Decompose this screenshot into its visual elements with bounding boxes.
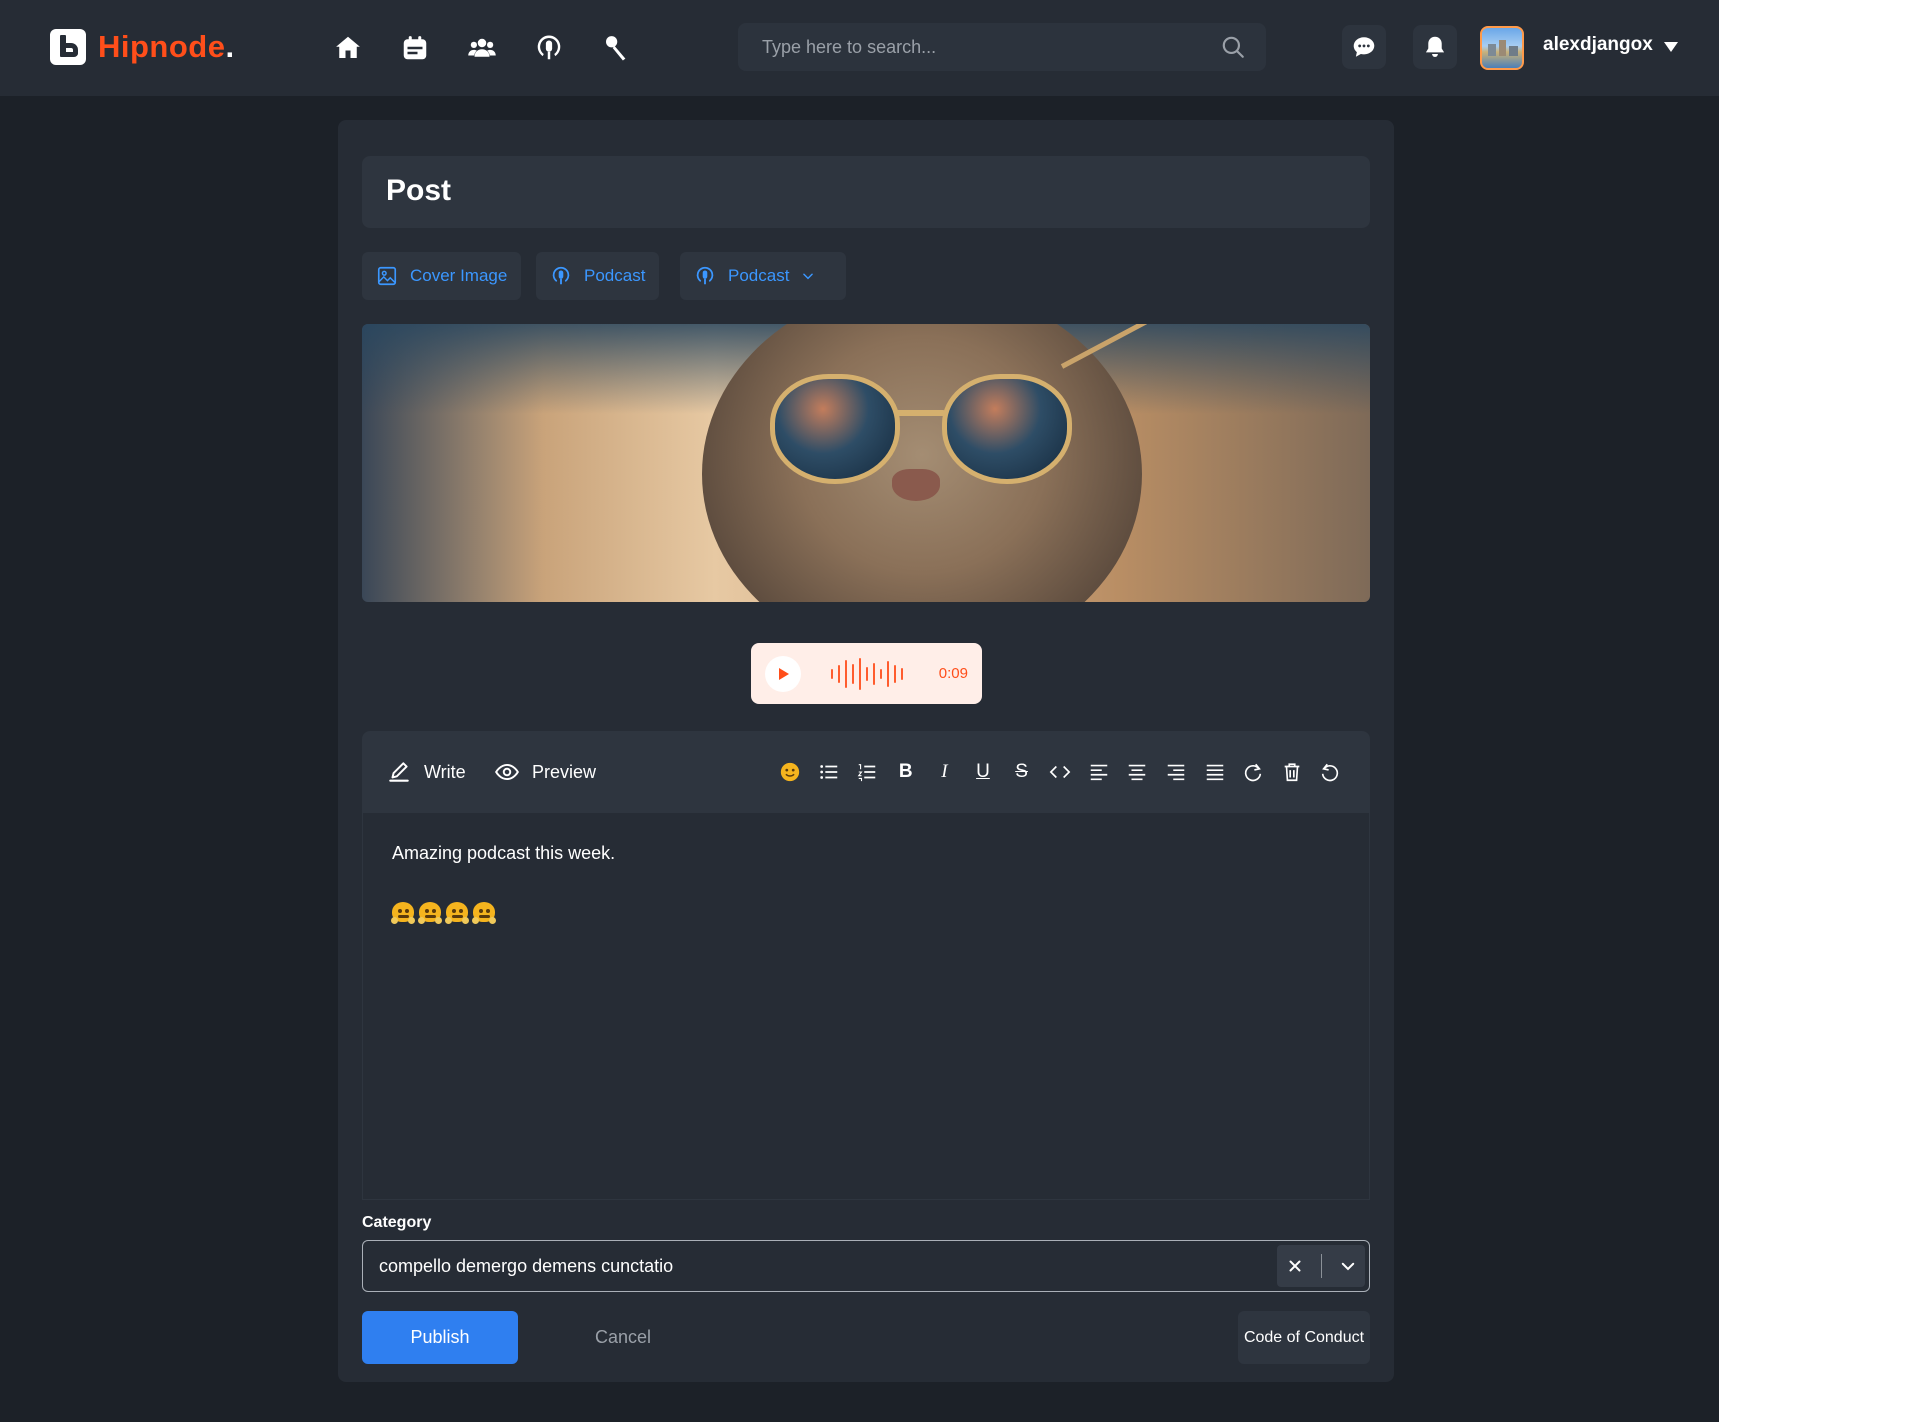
top-navigation-bar: Hipnode. Type here to search... alexdjan…	[0, 0, 1719, 96]
hug-emoji-icon	[445, 902, 469, 924]
logo-text: Hipnode.	[98, 29, 235, 64]
pencil-icon	[389, 762, 409, 782]
strikethrough-icon[interactable]: S	[1009, 759, 1035, 785]
category-value: compello demergo demens cunctatio	[379, 1255, 674, 1276]
podcast-select-label: Podcast	[728, 266, 790, 285]
bold-icon[interactable]: B	[893, 759, 919, 785]
cover-image	[362, 324, 1370, 602]
hug-emoji-icon	[391, 902, 415, 924]
waveform	[831, 656, 908, 692]
editor-text: Amazing podcast this week.	[392, 843, 616, 863]
category-label: Category	[362, 1214, 432, 1231]
notifications-button[interactable]	[1413, 25, 1457, 69]
chevron-down-icon[interactable]	[1664, 42, 1678, 52]
chevron-down-icon[interactable]	[1339, 1257, 1357, 1275]
home-icon[interactable]	[330, 30, 366, 66]
play-icon	[779, 667, 789, 680]
hug-emoji-icon	[418, 902, 442, 924]
emoji-row	[391, 902, 500, 924]
editor-content-area[interactable]: Amazing podcast this week.	[362, 813, 1370, 1200]
bell-icon	[1425, 36, 1445, 57]
avatar[interactable]	[1480, 26, 1524, 70]
search-input[interactable]	[762, 36, 1220, 58]
write-tab[interactable]: Write	[386, 759, 466, 785]
audio-duration: 0:09	[938, 665, 968, 682]
trash-icon[interactable]	[1279, 759, 1305, 785]
messages-button[interactable]	[1342, 25, 1386, 69]
cover-image-label: Cover Image	[410, 266, 508, 285]
underline-icon[interactable]: U	[970, 759, 996, 785]
preview-tab[interactable]: Preview	[494, 759, 596, 785]
preview-tab-label: Preview	[532, 761, 597, 782]
align-left-icon[interactable]	[1086, 759, 1112, 785]
divider	[1320, 1254, 1322, 1278]
search-icon[interactable]	[1220, 34, 1246, 60]
chevron-down-icon	[803, 273, 814, 280]
italic-icon[interactable]: I	[931, 759, 957, 785]
bullet-list-icon[interactable]	[816, 759, 842, 785]
category-actions	[1277, 1245, 1365, 1287]
main-nav	[330, 30, 665, 66]
play-button[interactable]	[765, 655, 801, 692]
create-post-card: Post Cover Image Podcast Podcast 0:09 Wr…	[338, 120, 1394, 1382]
cancel-button[interactable]: Cancel	[568, 1311, 678, 1364]
undo-icon[interactable]	[1317, 759, 1343, 785]
logo-icon	[50, 29, 86, 65]
post-title-bar: Post	[362, 156, 1370, 228]
username[interactable]: alexdjangox	[1543, 34, 1653, 56]
align-justify-icon[interactable]	[1202, 759, 1228, 785]
category-select[interactable]: compello demergo demens cunctatio	[362, 1240, 1370, 1292]
publish-button[interactable]: Publish	[362, 1311, 518, 1364]
emoji-icon[interactable]	[777, 759, 803, 785]
redo-icon[interactable]	[1240, 759, 1266, 785]
cover-image-button[interactable]: Cover Image	[362, 252, 522, 300]
code-icon[interactable]	[1047, 759, 1073, 785]
search-bar	[738, 23, 1266, 71]
clear-icon[interactable]	[1286, 1257, 1304, 1275]
podcast-select[interactable]: Podcast	[680, 252, 846, 300]
podcast-label: Podcast	[584, 266, 646, 285]
podcast-button[interactable]: Podcast	[536, 252, 660, 300]
microphone-icon[interactable]	[598, 30, 634, 66]
eye-icon	[495, 763, 519, 781]
hug-emoji-icon	[472, 902, 496, 924]
write-tab-label: Write	[424, 761, 466, 782]
podcast-icon[interactable]	[531, 30, 567, 66]
logo[interactable]: Hipnode.	[50, 29, 235, 65]
code-of-conduct-button[interactable]: Code of Conduct	[1238, 1311, 1370, 1364]
editor-toolbar: Write Preview B I U S	[362, 731, 1370, 813]
numbered-list-icon[interactable]	[854, 759, 880, 785]
groups-icon[interactable]	[464, 30, 500, 66]
audio-player: 0:09	[751, 643, 982, 704]
podcast-icon	[696, 266, 714, 285]
app-window: Hipnode. Type here to search... alexdjan…	[0, 0, 1719, 1422]
align-right-icon[interactable]	[1163, 759, 1189, 785]
image-icon	[377, 266, 397, 286]
podcast-icon	[552, 266, 570, 285]
formatting-tools: B I U S	[777, 759, 1356, 785]
chat-bubble-icon	[1353, 37, 1375, 57]
calendar-icon[interactable]	[397, 30, 433, 66]
align-center-icon[interactable]	[1124, 759, 1150, 785]
post-title[interactable]: Post	[386, 174, 451, 208]
